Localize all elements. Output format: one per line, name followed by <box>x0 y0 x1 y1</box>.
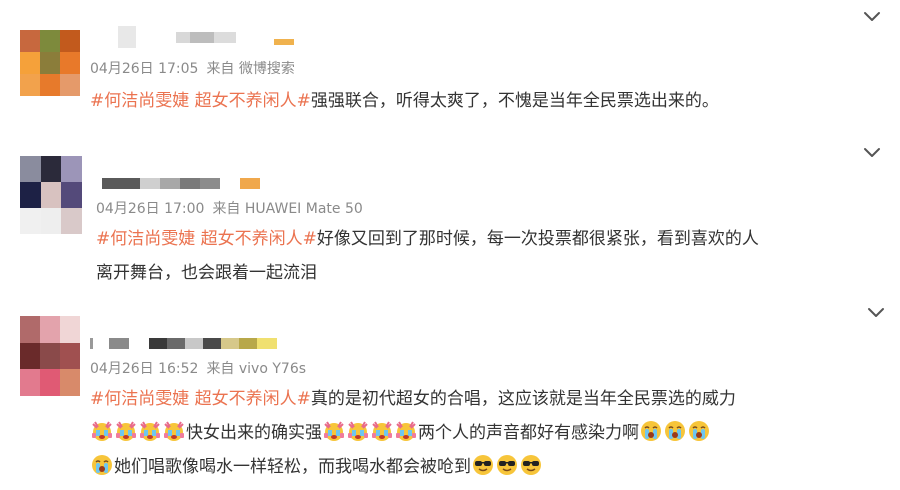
cry-cheer-emoji-icon <box>347 420 369 442</box>
cry-cheer-emoji-icon <box>323 420 345 442</box>
timestamp: 04月26日 16:52 <box>90 361 199 377</box>
timestamp: 04月26日 17:05 <box>90 61 199 77</box>
avatar[interactable] <box>20 30 80 96</box>
cry-cheer-emoji-icon <box>91 420 113 442</box>
comment-meta: 04月26日 17:00 来自 HUAWEI Mate 50 <box>96 198 363 218</box>
username-blurred[interactable] <box>102 176 260 190</box>
topic-tag-link[interactable]: #何洁尚雯婕 超女不养闲人# <box>90 389 311 409</box>
comment-item: 04月26日 17:05 来自 微博搜索 #何洁尚雯婕 超女不养闲人#强强联合，听… <box>0 0 900 140</box>
cry-cheer-emoji-icon <box>139 420 161 442</box>
crying-emoji-icon <box>664 420 686 442</box>
username-blurred[interactable] <box>90 336 277 350</box>
comment-body-continued: 她们唱歌像喝水一样轻松，而我喝水都会被呛到 <box>114 457 471 477</box>
username-blurred[interactable] <box>118 26 294 48</box>
source-label: 来自 HUAWEI Mate 50 <box>212 201 363 217</box>
chevron-down-icon[interactable] <box>866 306 886 320</box>
comment-body: 真的是初代超女的合唱，这应该就是当年全民票选的威力 <box>310 389 736 409</box>
cry-cheer-emoji-icon <box>163 420 185 442</box>
sunglasses-emoji-icon <box>520 454 542 476</box>
comment-meta: 04月26日 17:05 来自 微博搜索 <box>90 58 295 78</box>
source-label: 来自 微博搜索 <box>206 61 295 77</box>
comment-item: 04月26日 16:52 来自 vivo Y76s #何洁尚雯婕 超女不养闲人#真… <box>0 300 900 490</box>
chevron-down-icon[interactable] <box>862 10 882 24</box>
comment-text: #何洁尚雯婕 超女不养闲人#真的是初代超女的合唱，这应该就是当年全民票选的威力 … <box>90 382 736 484</box>
chevron-down-icon[interactable] <box>862 146 882 160</box>
cry-cheer-emoji-icon <box>395 420 417 442</box>
cry-cheer-emoji-icon <box>371 420 393 442</box>
topic-tag-link[interactable]: #何洁尚雯婕 超女不养闲人# <box>90 91 311 111</box>
comment-body: 强强联合，听得太爽了，不愧是当年全民票选出来的。 <box>310 91 719 111</box>
comment-item: 04月26日 17:00 来自 HUAWEI Mate 50 #何洁尚雯婕 超女不… <box>0 140 900 300</box>
crying-emoji-icon <box>640 420 662 442</box>
timestamp: 04月26日 17:00 <box>96 201 205 217</box>
comment-meta: 04月26日 16:52 来自 vivo Y76s <box>90 358 306 378</box>
topic-tag-link[interactable]: #何洁尚雯婕 超女不养闲人# <box>96 229 317 249</box>
comment-body: 好像又回到了那时候，每一次投票都很紧张，看到喜欢的人 <box>316 229 759 249</box>
avatar[interactable] <box>20 156 82 234</box>
sunglasses-emoji-icon <box>472 454 494 476</box>
sunglasses-emoji-icon <box>496 454 518 476</box>
cry-cheer-emoji-icon <box>115 420 137 442</box>
crying-emoji-icon <box>688 420 710 442</box>
comment-body-continued: 快女出来的确实强 <box>186 423 322 443</box>
comment-body-continued: 两个人的声音都好有感染力啊 <box>418 423 639 443</box>
comment-body-continued: 离开舞台，也会跟着一起流泪 <box>96 263 317 283</box>
crying-emoji-icon <box>91 454 113 476</box>
comment-text: #何洁尚雯婕 超女不养闲人#强强联合，听得太爽了，不愧是当年全民票选出来的。 <box>90 84 719 118</box>
avatar[interactable] <box>20 316 80 396</box>
comment-text: #何洁尚雯婕 超女不养闲人#好像又回到了那时候，每一次投票都很紧张，看到喜欢的人… <box>96 222 759 290</box>
source-label: 来自 vivo Y76s <box>206 361 307 377</box>
